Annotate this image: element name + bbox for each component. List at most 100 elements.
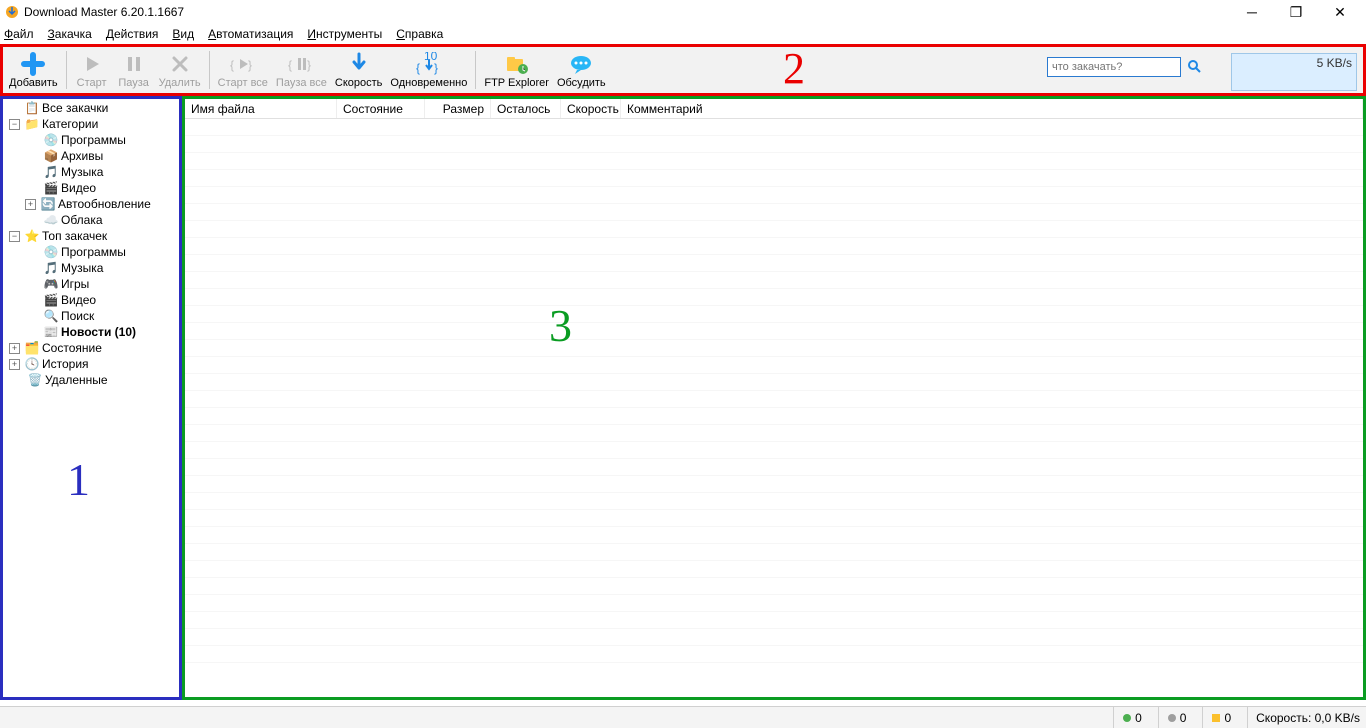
tree-top[interactable]: −⭐Топ закачек (3, 228, 179, 244)
speed-icon (348, 51, 370, 77)
rows-area[interactable] (185, 119, 1363, 697)
archive-icon: 📦 (43, 148, 59, 164)
menu-help[interactable]: Справка (396, 27, 443, 42)
menu-tools[interactable]: Инструменты (307, 27, 382, 42)
music-icon: 🎵 (43, 260, 59, 276)
table-row (185, 391, 1363, 408)
svg-text:}: } (307, 58, 311, 72)
tree-cat-autoupdate[interactable]: +🔄Автообновление (3, 196, 179, 212)
tree-cat-video[interactable]: 🎬Видео (3, 180, 179, 196)
ftp-explorer-button[interactable]: FTP Explorer (480, 47, 553, 93)
svg-text:{: { (230, 58, 234, 72)
maximize-button[interactable]: ❐ (1274, 0, 1318, 24)
toolbar: Добавить Старт Пауза Удалить {} Старт вс… (0, 44, 1366, 96)
menu-file[interactable]: Файл (4, 27, 34, 42)
tree-cat-cloud[interactable]: ☁️Облака (3, 212, 179, 228)
table-row (185, 136, 1363, 153)
menu-actions[interactable]: Действия (106, 27, 159, 42)
news-icon: 📰 (43, 324, 59, 340)
table-row (185, 442, 1363, 459)
table-row (185, 153, 1363, 170)
status-speed: Скорость: 0,0 KB/s (1247, 707, 1360, 728)
tree-history[interactable]: +🕓История (3, 356, 179, 372)
tree-status[interactable]: +🗂️Состояние (3, 340, 179, 356)
game-icon: 🎮 (43, 276, 59, 292)
svg-text:}: } (434, 61, 438, 75)
table-row (185, 408, 1363, 425)
table-row (185, 578, 1363, 595)
delete-button[interactable]: Удалить (155, 47, 205, 93)
collapse-icon[interactable]: − (9, 231, 20, 242)
history-icon: 🕓 (24, 356, 40, 372)
table-row (185, 272, 1363, 289)
tree-all-downloads[interactable]: 📋Все закачки (3, 100, 179, 116)
tree-deleted[interactable]: 🗑️Удаленные (3, 372, 179, 388)
table-row (185, 289, 1363, 306)
sidebar-tree: 📋Все закачки −📁Категории 💿Программы 📦Арх… (0, 96, 182, 700)
list-icon: 📋 (24, 100, 40, 116)
status-yellow: 0 (1202, 707, 1231, 728)
col-size[interactable]: Размер (425, 99, 491, 118)
tree-cat-programs[interactable]: 💿Программы (3, 132, 179, 148)
annotation-2: 2 (783, 43, 805, 94)
video-icon: 🎬 (43, 180, 59, 196)
annotation-1: 1 (67, 453, 90, 506)
tree-top-music[interactable]: 🎵Музыка (3, 260, 179, 276)
pause-all-button[interactable]: {} Пауза все (272, 47, 331, 93)
pause-button[interactable]: Пауза (113, 47, 155, 93)
disk-icon: 💿 (43, 132, 59, 148)
tree-top-search[interactable]: 🔍Поиск (3, 308, 179, 324)
tree-categories[interactable]: −📁Категории (3, 116, 179, 132)
search-icon[interactable] (1187, 59, 1203, 75)
tree-top-video[interactable]: 🎬Видео (3, 292, 179, 308)
table-row (185, 629, 1363, 646)
table-row (185, 459, 1363, 476)
window-title: Download Master 6.20.1.1667 (24, 5, 184, 19)
close-button[interactable]: ✕ (1318, 0, 1362, 24)
table-row (185, 612, 1363, 629)
col-comment[interactable]: Комментарий (621, 99, 1363, 118)
speed-meter: 5 KB/s (1231, 53, 1357, 91)
delete-icon (169, 51, 191, 77)
tree-top-games[interactable]: 🎮Игры (3, 276, 179, 292)
start-button[interactable]: Старт (71, 47, 113, 93)
add-button[interactable]: Добавить (5, 47, 62, 93)
col-state[interactable]: Состояние (337, 99, 425, 118)
table-row (185, 493, 1363, 510)
expand-icon[interactable]: + (9, 359, 20, 370)
tree-top-programs[interactable]: 💿Программы (3, 244, 179, 260)
table-row (185, 221, 1363, 238)
start-all-button[interactable]: {} Старт все (214, 47, 272, 93)
table-row (185, 510, 1363, 527)
tree-cat-archive[interactable]: 📦Архивы (3, 148, 179, 164)
collapse-icon[interactable]: − (9, 119, 20, 130)
ftp-icon (505, 51, 529, 77)
video-icon: 🎬 (43, 292, 59, 308)
menu-download[interactable]: Закачка (48, 27, 92, 42)
expand-icon[interactable]: + (25, 199, 36, 210)
play-all-icon: {} (230, 51, 256, 77)
col-filename[interactable]: Имя файла (185, 99, 337, 118)
expand-icon[interactable]: + (9, 343, 20, 354)
concurrent-button[interactable]: 10{} Одновременно (386, 47, 471, 93)
menu-view[interactable]: Вид (172, 27, 194, 42)
table-row (185, 544, 1363, 561)
status-gray: 0 (1158, 707, 1187, 728)
col-speed[interactable]: Скорость (561, 99, 621, 118)
table-row (185, 646, 1363, 663)
plus-icon (21, 51, 45, 77)
minimize-button[interactable]: ─ (1230, 0, 1274, 24)
menu-bar: Файл Закачка Действия Вид Автоматизация … (0, 24, 1366, 44)
col-remain[interactable]: Осталось (491, 99, 561, 118)
star-icon: ⭐ (24, 228, 40, 244)
search-input[interactable] (1047, 57, 1181, 77)
tree-cat-music[interactable]: 🎵Музыка (3, 164, 179, 180)
discuss-button[interactable]: Обсудить (553, 47, 610, 93)
concurrent-icon: 10{} (414, 51, 444, 77)
menu-automation[interactable]: Автоматизация (208, 27, 293, 42)
table-row (185, 425, 1363, 442)
speed-button[interactable]: Скорость (331, 47, 387, 93)
refresh-icon: 🔄 (40, 196, 56, 212)
table-row (185, 476, 1363, 493)
tree-top-news[interactable]: 📰Новости (10) (3, 324, 179, 340)
